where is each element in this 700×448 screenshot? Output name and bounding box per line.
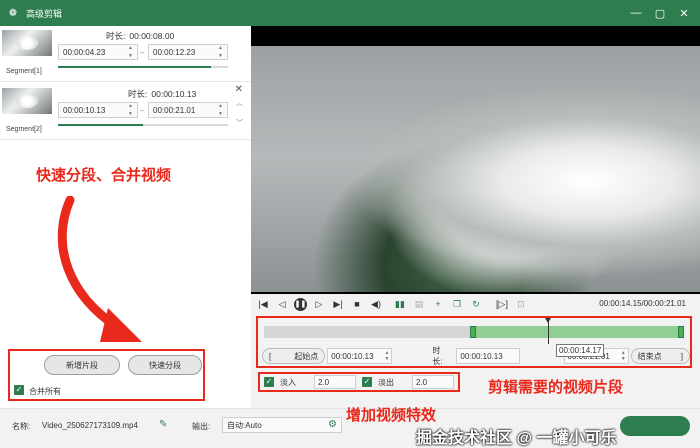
delete-icon[interactable]: ▤ [412,297,426,311]
timecode: 00:00:14.15/00:00:21.01 [599,299,686,308]
maximize-icon[interactable]: ▢ [648,7,672,20]
fade-in-input[interactable]: 2.0 [314,375,356,389]
segment-progress [58,124,228,126]
red-arrow-icon [57,196,142,342]
playback-controls: |◀ ◁ ❚❚ ▷ ▶| ■ ◀) ▮▮ ▤ + ❐ ↻ [▷] ⊡ 00:00… [251,294,700,314]
watermark: 掘金技术社区 @ 一罐小可乐 [416,430,617,447]
segment-start-input[interactable]: 00:00:04.23 ▲ ▼ [58,44,138,60]
stepper-icon[interactable]: ▲ ▼ [621,350,626,362]
annotation-effects: 增加视频特效 [346,407,437,424]
stepper-icon[interactable]: ▲ ▼ [218,45,226,59]
split-icon[interactable]: ▮▮ [393,297,407,311]
playhead-tooltip: 00:00:14.17 [556,344,605,357]
trim-timeline[interactable] [264,326,684,338]
minimize-icon[interactable]: — [624,7,648,19]
bracket-left-icon: [ [269,351,272,361]
mark-in-icon[interactable]: [▷] [495,297,509,311]
output-select[interactable]: 自动:Auto ⚙ [222,417,342,433]
name-label: 名称: [12,422,31,431]
quick-split-button[interactable]: 快速分段 [128,355,202,375]
set-start-button[interactable]: [ 起始点 [262,348,326,364]
trim-selection[interactable] [469,326,684,338]
file-name: Video_250627173109.mp4 [42,421,138,430]
set-end-button[interactable]: 结束点 ] [630,348,690,364]
segment-thumbnail [2,30,52,56]
segment-label: Segment[1] [6,68,42,75]
app-logo-icon: ❁ [8,7,18,19]
segment-end-input[interactable]: 00:00:21.01 ▲ ▼ [148,102,228,118]
edit-name-icon[interactable]: ✎ [159,419,167,430]
fade-in-label: 淡入 [280,378,296,387]
segment-duration: 时长: 00:00:10.13 [128,89,197,99]
segment-label: Segment[2] [6,126,42,133]
move-up-icon[interactable]: ︿ [236,98,243,108]
trim-duration-label: 时长: [432,346,443,366]
segment-start-input[interactable]: 00:00:10.13 ▲ ▼ [58,102,138,118]
trim-controls: [ 起始点 00:00:10.13 ▲▼ 时长: 00:00:10.13 00:… [262,346,690,366]
volume-icon[interactable]: ◀) [369,297,383,311]
video-frame [251,46,700,292]
add-segment-button[interactable]: 新增片段 [44,355,120,375]
close-icon[interactable]: ✕ [235,84,243,95]
fade-out-input[interactable]: 2.0 [412,375,454,389]
trim-start-input[interactable]: 00:00:10.13 ▲ ▼ [327,348,393,364]
window-title: 高级剪辑 [26,8,63,19]
trim-end-handle[interactable] [678,326,684,338]
trim-start-handle[interactable] [469,326,476,338]
step-back-icon[interactable]: ◁ [275,297,289,311]
stepper-icon[interactable]: ▲ ▼ [384,350,389,362]
move-down-icon[interactable]: ﹀ [236,118,243,128]
fade-out-label: 淡出 [378,378,394,387]
reset-icon[interactable]: ↻ [469,297,483,311]
segment-duration: 时长: 00:00:08.00 [106,31,175,41]
bracket-right-icon: ] [680,351,683,361]
stepper-icon[interactable]: ▲ ▼ [128,45,136,59]
crop-icon[interactable]: ⊡ [514,297,528,311]
fade-in-checkbox[interactable]: ✓ [264,377,274,387]
output-label: 输出: [192,422,211,431]
window-controls: — ▢ ✕ [624,0,696,26]
add-icon[interactable]: + [431,297,445,311]
segment-progress [58,66,228,68]
segment-item[interactable]: Segment[2] 时长: 00:00:10.13 00:00:10.13 ▲ ▼… [0,84,251,140]
stop-icon[interactable]: ■ [350,297,364,311]
pause-icon[interactable]: ❚❚ [294,297,307,311]
merge-all-checkbox[interactable]: ✓ [14,385,24,395]
annotation-split-merge: 快速分段、合并视频 [36,167,172,184]
annotation-trim: 剪辑需要的视频片段 [488,379,624,396]
stepper-icon[interactable]: ▲ ▼ [218,103,226,117]
skip-end-icon[interactable]: ▶| [331,297,345,311]
title-bar: ❁ 高级剪辑 — ▢ ✕ [0,0,700,26]
fade-out-checkbox[interactable]: ✓ [362,377,372,387]
merge-all-label: 合并所有 [29,387,61,396]
skip-start-icon[interactable]: |◀ [256,297,270,311]
segment-thumbnail [2,88,52,114]
copy-icon[interactable]: ❐ [450,297,464,311]
segment-end-input[interactable]: 00:00:12.23 ▲ ▼ [148,44,228,60]
playhead[interactable] [544,318,551,344]
trim-duration-input[interactable]: 00:00:10.13 [456,348,520,364]
video-preview[interactable] [251,26,700,294]
stepper-icon[interactable]: ▲ ▼ [128,103,136,117]
segment-item[interactable]: Segment[1] 时长: 00:00:08.00 00:00:04.23 ▲ ▼… [0,26,251,82]
close-icon[interactable]: ✕ [672,7,696,20]
step-forward-icon[interactable]: ▷ [312,297,326,311]
export-button[interactable] [620,416,690,436]
settings-icon[interactable]: ⚙ [328,419,337,430]
